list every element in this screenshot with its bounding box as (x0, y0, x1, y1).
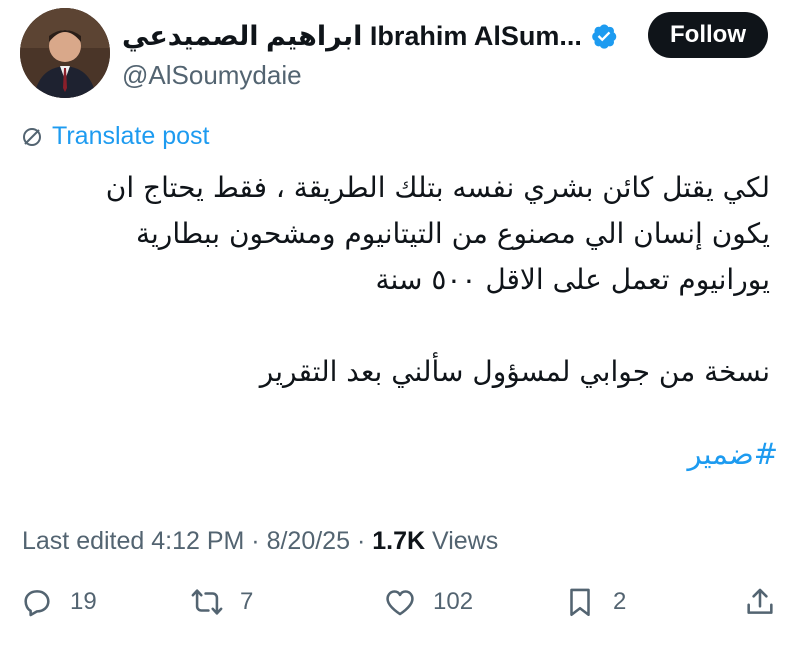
like-button[interactable]: 102 (383, 585, 473, 619)
meta-separator: · (350, 527, 373, 555)
bookmark-icon (570, 588, 590, 617)
edited-timestamp[interactable]: Last edited 4:12 PM · 8/20/25 (22, 527, 350, 555)
views-count: 1.7K (372, 527, 426, 555)
post-meta: Last edited 4:12 PM · 8/20/25 · 1.7K Vie… (22, 527, 498, 556)
author-name[interactable]: ابراهيم الصميدعي Ibrahim AlSum... (122, 21, 582, 52)
share-icon (747, 588, 773, 614)
share-button[interactable] (743, 585, 793, 619)
translate-label: Translate post (52, 122, 210, 150)
translate-post-link[interactable]: Translate post (20, 122, 209, 151)
bookmark-count: 2 (613, 588, 627, 615)
avatar[interactable] (20, 8, 110, 98)
verified-badge-icon (592, 24, 617, 49)
heart-icon (386, 590, 414, 616)
post-line: نسخة من جوابي لمسؤول سألني بعد التقرير (259, 355, 770, 388)
bookmark-button[interactable]: 2 (563, 585, 626, 619)
action-bar: 19 7 102 2 (0, 585, 800, 635)
author-handle[interactable]: @AlSoumydaie (122, 60, 622, 91)
views-label: Views (425, 527, 499, 555)
post-line: لكي يقتل كائن بشري نفسه بتلك الطريقة ، ف… (105, 171, 770, 204)
reply-button[interactable]: 19 (20, 585, 97, 619)
repost-count: 7 (240, 588, 254, 615)
post-line: يكون إنسان الي مصنوع من التيتانيوم ومشحو… (136, 217, 770, 250)
repost-button[interactable]: 7 (190, 585, 253, 619)
hashtag-link[interactable]: #ضمير (688, 437, 778, 471)
post-header: ابراهيم الصميدعي Ibrahim AlSum... @AlSou… (122, 16, 622, 91)
post-text: لكي يقتل كائن بشري نفسه بتلك الطريقة ، ف… (60, 165, 770, 395)
reply-icon (24, 590, 50, 617)
like-count: 102 (433, 588, 474, 615)
reply-count: 19 (70, 588, 97, 615)
post-line: يورانيوم تعمل على الاقل ٥٠٠ سنة (375, 263, 770, 296)
follow-button[interactable]: Follow (648, 12, 768, 58)
translate-icon (23, 127, 41, 146)
repost-icon (191, 589, 223, 615)
